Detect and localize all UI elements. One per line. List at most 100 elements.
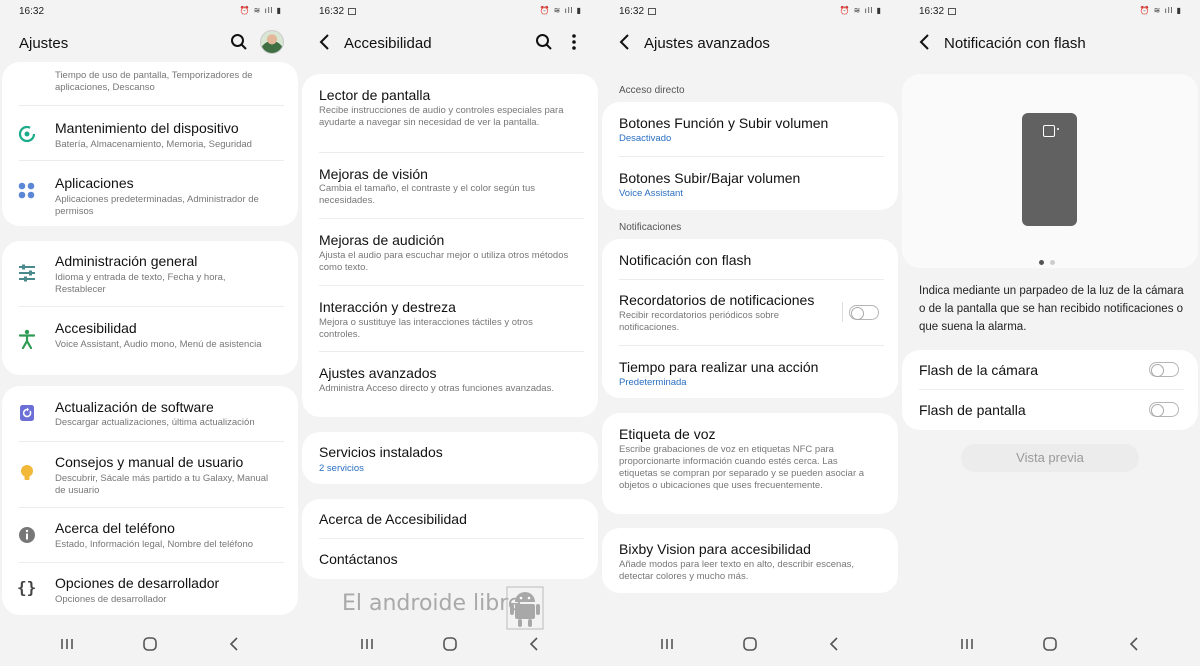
info-icon bbox=[19, 527, 35, 543]
reminders-toggle[interactable] bbox=[849, 305, 879, 320]
back-nav-icon[interactable] bbox=[1127, 636, 1143, 652]
watermark-text: El androide libre bbox=[342, 591, 522, 616]
list-item-flash-notification[interactable]: Notificación con flash bbox=[602, 239, 898, 280]
status-bar: 16:32 ⏰ ≋ ıll ▮ bbox=[600, 0, 900, 24]
list-item-accessibility[interactable]: Accesibilidad Voice Assistant, Audio mon… bbox=[2, 307, 298, 375]
flash-description: Indica mediante un parpadeo de la luz de… bbox=[919, 285, 1184, 333]
item-title: Notificación con flash bbox=[619, 252, 752, 268]
back-arrow-icon[interactable] bbox=[917, 32, 933, 52]
list-item-action-time[interactable]: Tiempo para realizar una acción Predeter… bbox=[602, 346, 898, 398]
item-title: Consejos y manual de usuario bbox=[55, 454, 244, 470]
list-item-voice-label[interactable]: Etiqueta de voz Escribe grabaciones de v… bbox=[602, 413, 898, 514]
android-robot-logo bbox=[506, 586, 544, 630]
status-icons: ⏰ ≋ ıll ▮ bbox=[1139, 6, 1182, 15]
item-title: Bixby Vision para accesibilidad bbox=[619, 541, 811, 557]
list-item-developer-options[interactable]: {} Opciones de desarrollador Opciones de… bbox=[2, 563, 298, 615]
recent-apps-icon[interactable] bbox=[59, 636, 75, 652]
list-item-installed-services[interactable]: Servicios instalados 2 servicios bbox=[302, 432, 598, 484]
list-item-screen-reader[interactable]: Lector de pantalla Recibe instrucciones … bbox=[302, 74, 598, 153]
list-item-bixby-vision[interactable]: Bixby Vision para accesibilidad Añade mo… bbox=[602, 528, 898, 593]
avatar[interactable] bbox=[260, 30, 284, 54]
screen-flash-toggle[interactable] bbox=[1149, 402, 1179, 417]
item-title: Actualización de software bbox=[55, 399, 214, 415]
item-subtitle: 2 servicios bbox=[319, 463, 364, 474]
item-subtitle: Tiempo de uso de pantalla, Temporizadore… bbox=[55, 70, 253, 93]
list-item-apps[interactable]: Aplicaciones Aplicaciones predeterminada… bbox=[2, 161, 298, 226]
list-item-volume-up-down[interactable]: Botones Subir/Bajar volumen Voice Assist… bbox=[602, 157, 898, 210]
accessibility-group-3: Acerca de Accesibilidad Contáctanos bbox=[302, 499, 598, 579]
item-subtitle: Cambia el tamaño, el contraste y el colo… bbox=[319, 183, 535, 206]
voice-label-group: Etiqueta de voz Escribe grabaciones de v… bbox=[602, 413, 898, 514]
item-subtitle: Recibe instrucciones de audio y controle… bbox=[319, 105, 564, 128]
status-time: 16:32 bbox=[19, 6, 45, 17]
status-bar: 16:32 ⏰ ≋ ıll ▮ bbox=[300, 0, 600, 24]
page-title: Ajustes bbox=[19, 35, 69, 52]
item-title: Mantenimiento del dispositivo bbox=[55, 120, 239, 136]
divider bbox=[842, 302, 843, 322]
list-item-camera-flash[interactable]: Flash de la cámara bbox=[902, 350, 1198, 390]
list-item-screen-flash[interactable]: Flash de pantalla bbox=[902, 390, 1198, 430]
list-item-device-care[interactable]: Mantenimiento del dispositivo Batería, A… bbox=[2, 106, 298, 161]
home-icon[interactable] bbox=[1042, 636, 1058, 652]
list-item-vision[interactable]: Mejoras de visión Cambia el tamaño, el c… bbox=[302, 153, 598, 219]
more-options-icon[interactable] bbox=[570, 32, 578, 52]
list-item-notification-reminders[interactable]: Recordatorios de notificaciones Recibir … bbox=[602, 280, 898, 346]
list-item-about-accessibility[interactable]: Acerca de Accesibilidad bbox=[302, 499, 598, 539]
carousel-indicator[interactable] bbox=[1039, 252, 1061, 270]
item-subtitle: Escribe grabaciones de voz en etiquetas … bbox=[619, 444, 865, 491]
item-title: Opciones de desarrollador bbox=[55, 575, 220, 591]
list-item-about-phone[interactable]: Acerca del teléfono Estado, Información … bbox=[2, 508, 298, 563]
item-subtitle: Descubrir, Sácale más partido a tu Galax… bbox=[55, 473, 269, 496]
list-item-tips[interactable]: Consejos y manual de usuario Descubrir, … bbox=[2, 442, 298, 508]
settings-group-2: Administración general Idioma y entrada … bbox=[2, 241, 298, 375]
search-icon[interactable] bbox=[230, 33, 248, 51]
item-subtitle: Estado, Información legal, Nombre del te… bbox=[55, 539, 254, 550]
home-icon[interactable] bbox=[742, 636, 758, 652]
back-nav-icon[interactable] bbox=[527, 636, 543, 652]
item-subtitle: Añade modos para leer texto en alto, des… bbox=[619, 559, 854, 582]
notifications-group: Notificación con flash Recordatorios de … bbox=[602, 239, 898, 398]
item-title: Etiqueta de voz bbox=[619, 426, 716, 442]
list-item-contact-us[interactable]: Contáctanos bbox=[302, 539, 598, 579]
flash-options-group: Flash de la cámara Flash de pantalla bbox=[902, 350, 1198, 430]
item-title: Accesibilidad bbox=[55, 320, 137, 336]
list-item[interactable]: Tiempo de uso de pantalla, Temporizadore… bbox=[2, 62, 298, 106]
recent-apps-icon[interactable] bbox=[659, 636, 675, 652]
item-subtitle: Aplicaciones predeterminadas, Administra… bbox=[55, 194, 259, 217]
home-icon[interactable] bbox=[442, 636, 458, 652]
status-time: 16:32 bbox=[919, 6, 945, 17]
list-item-hearing[interactable]: Mejoras de audición Ajusta el audio para… bbox=[302, 219, 598, 286]
page-title: Accesibilidad bbox=[344, 35, 432, 52]
back-nav-icon[interactable] bbox=[827, 636, 843, 652]
list-item-function-volume-up[interactable]: Botones Función y Subir volumen Desactiv… bbox=[602, 102, 898, 157]
item-subtitle: Voice Assistant bbox=[619, 188, 683, 199]
back-nav-icon[interactable] bbox=[227, 636, 243, 652]
device-care-icon bbox=[18, 125, 36, 143]
camera-flash-toggle[interactable] bbox=[1149, 362, 1179, 377]
app-bar: Ajustes bbox=[0, 26, 300, 60]
list-item-interaction[interactable]: Interacción y destreza Mejora o sustituy… bbox=[302, 286, 598, 352]
recent-apps-icon[interactable] bbox=[359, 636, 375, 652]
item-title: Servicios instalados bbox=[319, 444, 443, 460]
list-item-software-update[interactable]: Actualización de software Descargar actu… bbox=[2, 386, 298, 442]
recent-apps-icon[interactable] bbox=[959, 636, 975, 652]
back-arrow-icon[interactable] bbox=[617, 32, 633, 52]
item-title: Mejoras de visión bbox=[319, 166, 428, 182]
app-bar: Notificación con flash bbox=[900, 26, 1200, 60]
software-update-icon bbox=[20, 405, 34, 421]
bixby-group: Bixby Vision para accesibilidad Añade mo… bbox=[602, 528, 898, 593]
list-item-advanced-settings[interactable]: Ajustes avanzados Administra Acceso dire… bbox=[302, 352, 598, 417]
sliders-icon bbox=[19, 264, 35, 282]
image-notification-icon bbox=[948, 8, 957, 15]
status-icons: ⏰ ≋ ıll ▮ bbox=[539, 6, 582, 15]
item-subtitle: Desactivado bbox=[619, 133, 672, 144]
list-item-general-management[interactable]: Administración general Idioma y entrada … bbox=[2, 241, 298, 307]
accessibility-icon bbox=[18, 329, 36, 349]
preview-button[interactable]: Vista previa bbox=[961, 444, 1139, 472]
accessibility-screen: 16:32 ⏰ ≋ ıll ▮ Accesibilidad Lector de … bbox=[300, 0, 600, 666]
carousel-dot bbox=[1050, 260, 1055, 265]
search-icon[interactable] bbox=[535, 33, 553, 51]
item-title: Botones Función y Subir volumen bbox=[619, 115, 829, 131]
home-icon[interactable] bbox=[142, 636, 158, 652]
back-arrow-icon[interactable] bbox=[317, 32, 333, 52]
